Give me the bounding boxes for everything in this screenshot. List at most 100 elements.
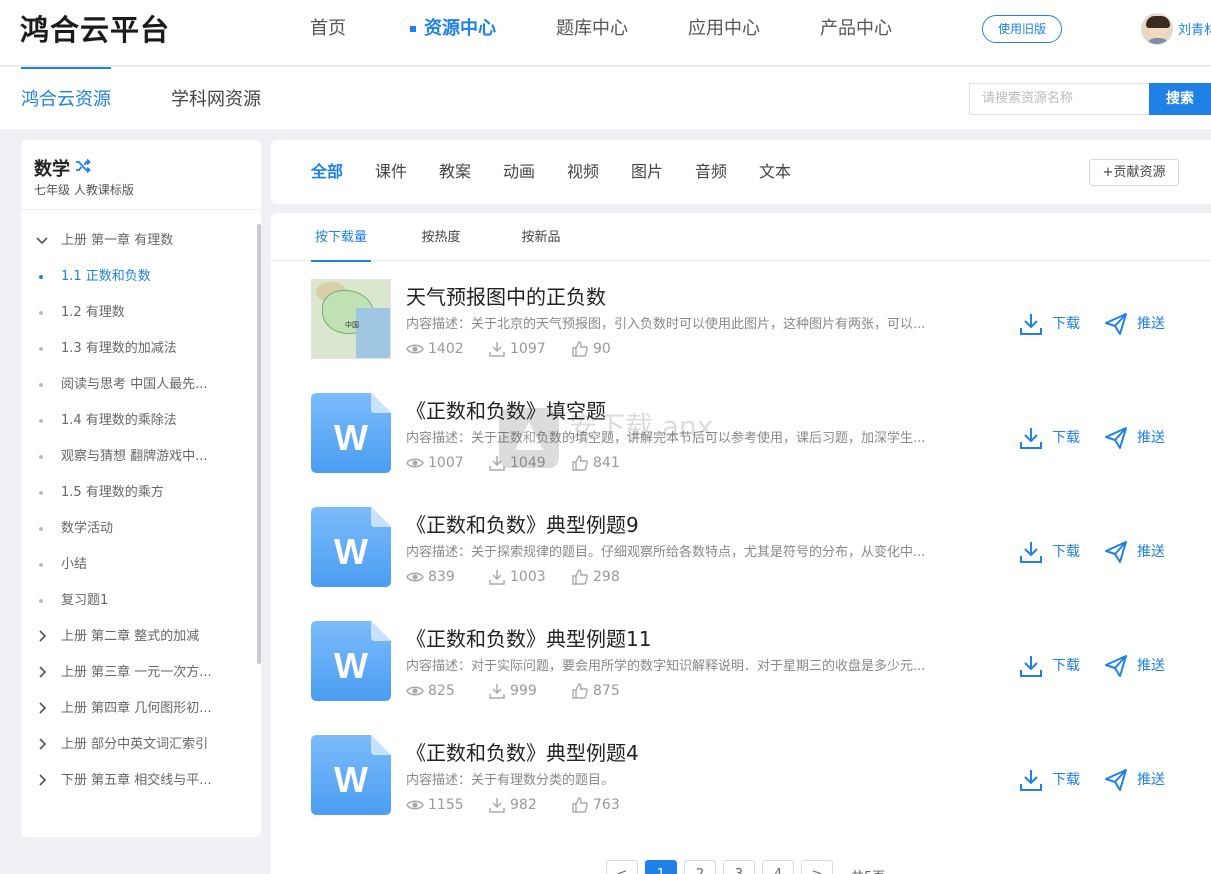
tree-section[interactable]: 阅读与思考 中国人最先... [21, 370, 257, 400]
word-document-icon[interactable]: W [311, 735, 391, 815]
page-prev-button[interactable]: < [606, 860, 638, 874]
resource-title[interactable]: 《正数和负数》典型例题4 [406, 737, 639, 766]
tree-chapter[interactable]: 上册 第二章 整式的加减 [21, 622, 257, 652]
download-icon [1020, 542, 1042, 563]
resource-item[interactable]: W 《正数和负数》典型例题9 内容描述：关于探索规律的题目。仔细观察所给各数特点，尤… [271, 507, 1211, 621]
old-version-button[interactable]: 使用旧版 [982, 15, 1062, 43]
thumbs-up-icon [572, 683, 588, 699]
chevron-down-icon[interactable] [35, 226, 49, 256]
chevron-right-icon[interactable] [35, 622, 49, 652]
word-document-icon[interactable]: W [311, 507, 391, 587]
tree-section[interactable]: 数学活动 [21, 514, 257, 544]
tree-chapter[interactable]: 上册 第三章 一元一次方... [21, 658, 257, 688]
username[interactable]: 刘青林 [1178, 19, 1211, 38]
page-next-button[interactable]: > [801, 860, 833, 874]
chevron-right-icon[interactable] [35, 766, 49, 796]
filter-lesson-plan[interactable]: 教案 [439, 140, 471, 204]
stat-value: 1049 [510, 455, 546, 471]
sort-by-popularity[interactable]: 按热度 [417, 213, 465, 261]
avatar[interactable] [1141, 13, 1173, 45]
search-button[interactable]: 搜索 [1149, 83, 1211, 115]
svg-text:W: W [334, 417, 368, 458]
chevron-right-icon[interactable] [35, 694, 49, 724]
logo[interactable]: 鸿合云平台 [20, 10, 170, 50]
svg-text:W: W [334, 759, 368, 800]
tree-section[interactable]: 1.5 有理数的乘方 [21, 478, 257, 508]
tree-item-label: 上册 第四章 几何图形初... [61, 701, 212, 716]
resource-item[interactable]: W 《正数和负数》典型例题11 内容描述：对于实际问题，要会用所学的数字知识解释说明… [271, 621, 1211, 735]
stat-value: 1007 [428, 455, 464, 471]
page-2-button[interactable]: 2 [684, 860, 716, 874]
tree-section[interactable]: 1.3 有理数的加减法 [21, 334, 257, 364]
filter-courseware[interactable]: 课件 [375, 140, 407, 204]
stat-value: 839 [428, 569, 455, 585]
tree-chapter[interactable]: 上册 第一章 有理数 [21, 226, 257, 256]
stat-value: 841 [593, 455, 620, 471]
tree-section[interactable]: 观察与猜想 翻牌游戏中... [21, 442, 257, 472]
tree-section[interactable]: 1.4 有理数的乘除法 [21, 406, 257, 436]
push-label: 推送 [1137, 544, 1165, 560]
shuffle-icon[interactable] [74, 157, 92, 175]
avatar-hair-shape [1146, 16, 1170, 28]
resource-title[interactable]: 《正数和负数》典型例题11 [406, 623, 651, 652]
resource-item[interactable]: W 《正数和负数》典型例题4 内容描述：关于有理数分类的题目。 1155 982 763 下… [271, 735, 1211, 849]
page-4-button[interactable]: 4 [762, 860, 794, 874]
filter-video[interactable]: 视频 [567, 140, 599, 204]
contribute-button[interactable]: +贡献资源 [1089, 159, 1179, 186]
nav-resource-center[interactable]: 资源中心 [410, 0, 496, 62]
sort-by-downloads[interactable]: 按下载量 [311, 213, 371, 262]
bullet-dot-icon [39, 563, 43, 567]
push-label: 推送 [1137, 430, 1165, 446]
word-document-icon[interactable]: W [311, 393, 391, 473]
tree-chapter[interactable]: 下册 第五章 相交线与平... [21, 766, 257, 796]
filter-audio[interactable]: 音频 [695, 140, 727, 204]
eye-icon [406, 572, 424, 582]
resource-title[interactable]: 《正数和负数》填空题 [406, 395, 606, 424]
tree-section[interactable]: 复习题1 [21, 586, 257, 616]
tab-xueke-resources[interactable]: 学科网资源 [171, 67, 261, 129]
sort-by-newest[interactable]: 按新品 [517, 213, 565, 261]
tree-section[interactable]: 1.1 正数和负数 [21, 262, 257, 292]
filter-animation[interactable]: 动画 [503, 140, 535, 204]
resource-title[interactable]: 《正数和负数》典型例题9 [406, 509, 639, 538]
tree-item-label: 复习题1 [61, 593, 109, 608]
plus-icon: + [1102, 165, 1114, 180]
resource-item[interactable]: W 《正数和负数》填空题 内容描述：关于正数和负数的填空题，讲解完本节后可以参考使用… [271, 393, 1211, 507]
tree-item-label: 上册 第二章 整式的加减 [61, 629, 200, 644]
filter-text[interactable]: 文本 [759, 140, 791, 204]
bullet-dot-icon [39, 311, 43, 315]
download-label: 下载 [1052, 772, 1080, 788]
tree-item-label: 1.2 有理数 [61, 305, 125, 320]
stat-value: 763 [593, 797, 620, 813]
tree-section[interactable]: 1.2 有理数 [21, 298, 257, 328]
tree-item-label: 1.5 有理数的乘方 [61, 485, 164, 500]
chevron-right-icon[interactable] [35, 730, 49, 760]
search-input[interactable]: 请搜索资源名称 [969, 83, 1149, 115]
resource-title[interactable]: 天气预报图中的正负数 [406, 281, 606, 310]
page-1-button[interactable]: 1 [645, 860, 677, 874]
eye-icon [406, 686, 424, 696]
page-3-button[interactable]: 3 [723, 860, 755, 874]
nav-home[interactable]: 首页 [310, 0, 346, 62]
tree-section[interactable]: 小结 [21, 550, 257, 580]
resource-list-panel: 按下载量 按热度 按新品 中国 天气预报图中的正负数 内容描述：关于北京的天气预报图… [271, 213, 1211, 874]
push-label: 推送 [1137, 316, 1165, 332]
chevron-right-icon[interactable] [35, 658, 49, 688]
filter-image[interactable]: 图片 [631, 140, 663, 204]
sidebar-scrollbar[interactable] [257, 224, 261, 664]
download-icon [489, 684, 505, 699]
tree-chapter[interactable]: 上册 部分中英文词汇索引 [21, 730, 257, 760]
filter-all[interactable]: 全部 [311, 140, 343, 204]
download-label: 下载 [1052, 316, 1080, 332]
resource-thumbnail-map[interactable]: 中国 [311, 279, 391, 359]
resource-description: 内容描述：对于实际问题，要会用所学的数字知识解释说明．对于星期三的收盘是多少元.… [406, 659, 926, 674]
word-document-icon[interactable]: W [311, 621, 391, 701]
nav-product-center[interactable]: 产品中心 [820, 0, 892, 62]
resource-item[interactable]: 中国 天气预报图中的正负数 内容描述：关于北京的天气预报图，引入负数时可以使用此图片… [271, 279, 1211, 393]
tree-chapter[interactable]: 上册 第四章 几何图形初... [21, 694, 257, 724]
send-icon [1105, 769, 1127, 791]
download-icon [1020, 770, 1042, 791]
nav-app-center[interactable]: 应用中心 [688, 0, 760, 62]
tab-honghe-resources[interactable]: 鸿合云资源 [21, 67, 111, 129]
nav-question-bank[interactable]: 题库中心 [556, 0, 628, 62]
